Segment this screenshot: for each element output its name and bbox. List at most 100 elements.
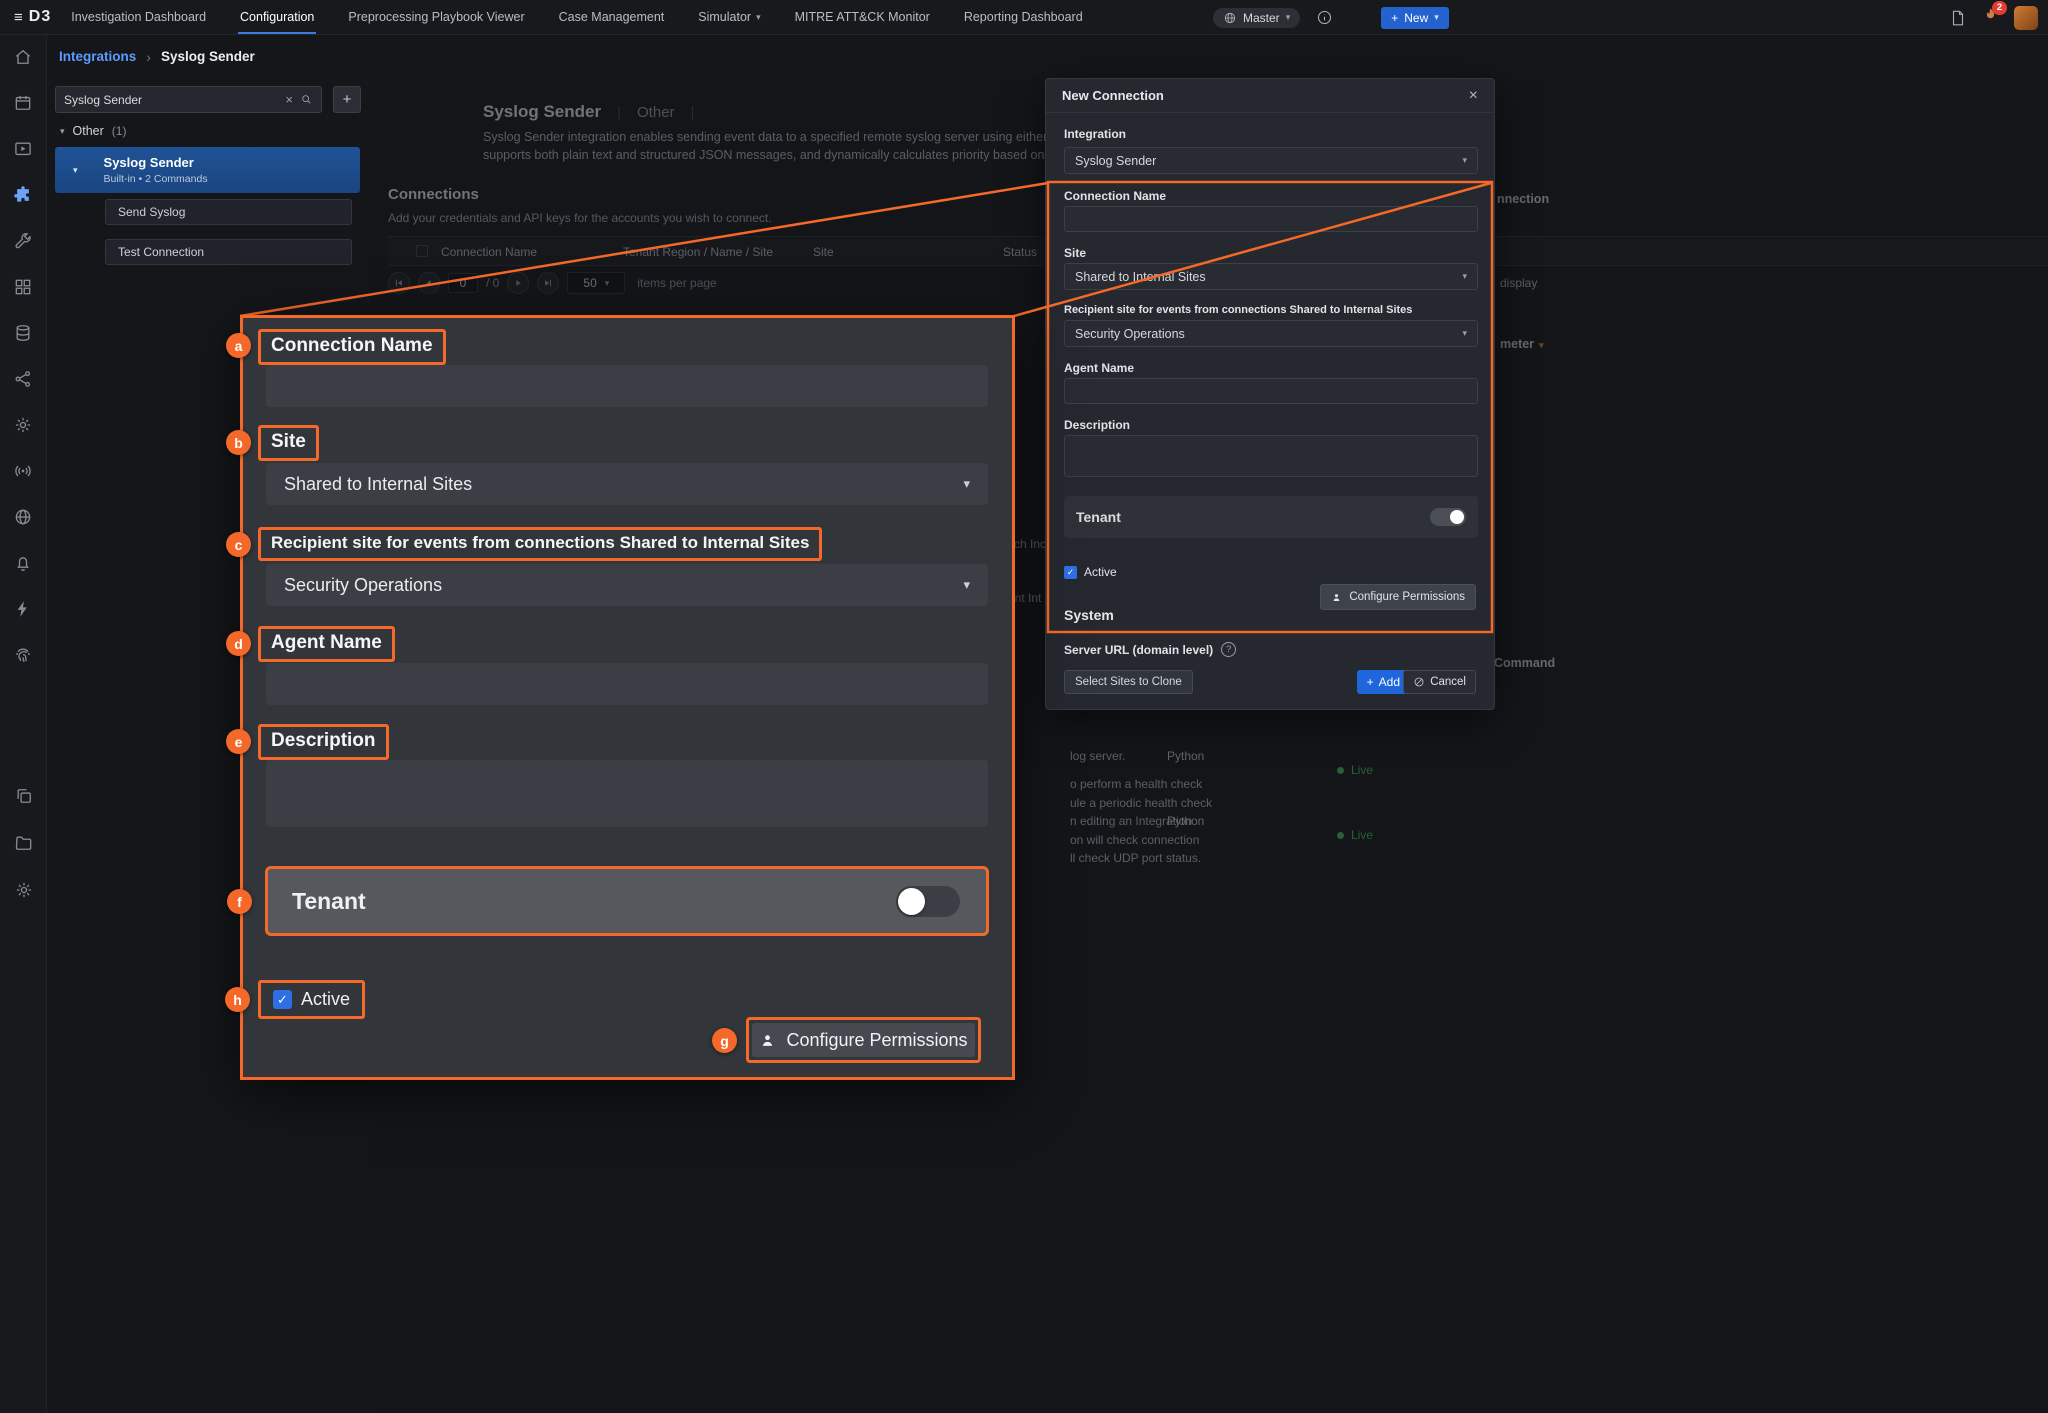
add-button[interactable]: + Add — [1356, 670, 1410, 694]
active-label: Active — [1084, 565, 1117, 579]
help-icon[interactable]: ? — [1221, 642, 1237, 657]
toggle-knob — [1450, 510, 1464, 524]
zoom-description-textarea — [266, 760, 988, 827]
recipient-site-select[interactable]: Security Operations ▾ — [1064, 320, 1478, 347]
site-select[interactable]: Shared to Internal Sites ▾ — [1064, 263, 1478, 290]
server-url-label: Server URL (domain level) — [1064, 642, 1214, 657]
rail-home[interactable] — [13, 47, 33, 72]
rail-apps[interactable] — [13, 277, 33, 302]
nav-case-management[interactable]: Case Management — [559, 0, 665, 34]
cancel-button[interactable]: Cancel — [1403, 670, 1476, 694]
globe-icon — [15, 509, 31, 525]
breadcrumb-integrations-link[interactable]: Integrations — [59, 49, 136, 64]
configure-permissions-button[interactable]: Configure Permissions — [1320, 584, 1476, 610]
rail-integrations[interactable] — [13, 185, 33, 210]
connection-name-input[interactable] — [1064, 206, 1478, 232]
nav-label: Preprocessing Playbook Viewer — [348, 10, 525, 24]
configure-permissions-label: Configure Permissions — [1349, 591, 1465, 603]
integration-label: Integration — [1064, 127, 1126, 141]
chevron-down-icon: ▾ — [1434, 12, 1439, 22]
rail-utilities[interactable] — [13, 231, 33, 256]
select-sites-to-clone-button[interactable]: Select Sites to Clone — [1064, 670, 1193, 694]
chevron-down-icon: ▾ — [60, 125, 65, 136]
person-icon — [763, 1034, 773, 1046]
tenant-toggle[interactable] — [1430, 508, 1466, 526]
integration-item-syslog-sender[interactable]: ▾ Syslog Sender Built-in • 2 Commands — [55, 147, 360, 193]
active-checkbox[interactable]: ✓ — [1064, 565, 1077, 579]
rail-alerts[interactable] — [13, 553, 33, 578]
rail-playbooks[interactable] — [13, 139, 33, 164]
home-icon — [15, 49, 31, 64]
check-icon: ✓ — [277, 991, 288, 1007]
zoom-recipient-site-select: Security Operations ▾ — [266, 564, 988, 606]
toggle-knob — [898, 887, 925, 915]
notification-count-badge: 2 — [1992, 0, 2007, 15]
nav-simulator[interactable]: Simulator ▾ — [698, 0, 760, 34]
group-other[interactable]: ▾ Other (1) — [60, 124, 126, 138]
description-textarea[interactable] — [1064, 435, 1478, 477]
chevron-down-icon: ▾ — [1462, 155, 1467, 165]
modal-footer: Select Sites to Clone + Add Cancel — [1064, 670, 1476, 695]
top-navigation-bar: ≡ D3 Investigation Dashboard Configurati… — [0, 0, 2048, 35]
nav-reporting-dashboard[interactable]: Reporting Dashboard — [964, 0, 1083, 34]
integration-search[interactable]: Syslog Sender × — [55, 86, 322, 113]
new-button[interactable]: + New ▾ — [1381, 6, 1449, 29]
rail-network[interactable] — [13, 369, 33, 394]
notifications-button[interactable]: 2 — [1981, 0, 2007, 30]
server-url-row: Server URL (domain level) ? — [1064, 642, 1237, 657]
zoom-configure-permissions-outline: Configure Permissions — [746, 1017, 981, 1063]
nav-investigation-dashboard[interactable]: Investigation Dashboard — [71, 0, 206, 34]
zoom-connection-name-input — [266, 365, 988, 407]
rail-geo[interactable] — [13, 507, 33, 532]
document-icon[interactable] — [1949, 9, 1967, 27]
search-input[interactable]: Syslog Sender — [64, 93, 278, 107]
breadcrumb: Integrations › Syslog Sender — [47, 35, 2048, 78]
rail-automation[interactable] — [13, 599, 33, 624]
folder-icon — [15, 836, 31, 850]
close-icon[interactable]: × — [1469, 87, 1478, 105]
nav-label: Case Management — [558, 10, 665, 24]
zoom-recipient-site-label: Recipient site for events from connectio… — [258, 527, 823, 561]
d3-logo[interactable]: ≡ D3 — [0, 8, 71, 26]
rail-system-settings[interactable] — [14, 880, 34, 905]
app-window: ≡ D3 Investigation Dashboard Configurati… — [0, 0, 2048, 1413]
zoom-site-select-value: Shared to Internal Sites — [284, 473, 473, 494]
nav-label: Investigation Dashboard — [71, 10, 207, 24]
agent-name-label: Agent Name — [1064, 361, 1135, 375]
rail-data[interactable] — [13, 323, 33, 348]
avatar[interactable] — [2014, 5, 2038, 30]
nav-configuration[interactable]: Configuration — [238, 0, 317, 34]
rail-windows[interactable] — [14, 786, 34, 811]
calendar-icon — [15, 95, 31, 110]
nav-preprocessing-playbook-viewer[interactable]: Preprocessing Playbook Viewer — [348, 0, 524, 34]
annotation-badge-b: b — [226, 430, 251, 455]
annotation-badge-a: a — [226, 333, 251, 358]
puzzle-icon — [14, 186, 29, 202]
command-test-connection[interactable]: Test Connection — [105, 239, 352, 265]
command-send-syslog[interactable]: Send Syslog — [105, 199, 352, 225]
plus-icon: + — [1366, 675, 1374, 689]
master-site-selector[interactable]: Master ▾ — [1213, 7, 1301, 28]
annotation-badge-e: e — [226, 729, 251, 754]
info-icon[interactable] — [1316, 9, 1333, 26]
zoom-site-select: Shared to Internal Sites ▾ — [266, 463, 988, 505]
search-icon[interactable] — [300, 93, 313, 106]
nav-mitre-attck-monitor[interactable]: MITRE ATT&CK Monitor — [795, 0, 930, 34]
zoom-configure-permissions-label: Configure Permissions — [786, 1029, 968, 1050]
rail-identity[interactable] — [13, 645, 33, 670]
group-label: Other — [72, 124, 104, 138]
rail-settings[interactable] — [13, 415, 33, 440]
recipient-site-select-value: Security Operations — [1075, 326, 1185, 341]
system-section-label: System — [1064, 607, 1114, 623]
annotation-badge-h: h — [225, 987, 250, 1012]
rail-broadcast[interactable] — [13, 461, 33, 486]
clear-search-icon[interactable]: × — [285, 92, 293, 107]
rail-files[interactable] — [14, 833, 34, 858]
rail-calendar[interactable] — [13, 93, 33, 118]
agent-name-input[interactable] — [1064, 378, 1478, 404]
cancel-label: Cancel — [1430, 676, 1466, 688]
integration-item-subtitle: Built-in • 2 Commands — [103, 173, 208, 185]
add-integration-button[interactable]: + — [333, 86, 361, 113]
integration-select[interactable]: Syslog Sender ▾ — [1064, 147, 1478, 174]
active-row: ✓ Active — [1064, 565, 1117, 579]
